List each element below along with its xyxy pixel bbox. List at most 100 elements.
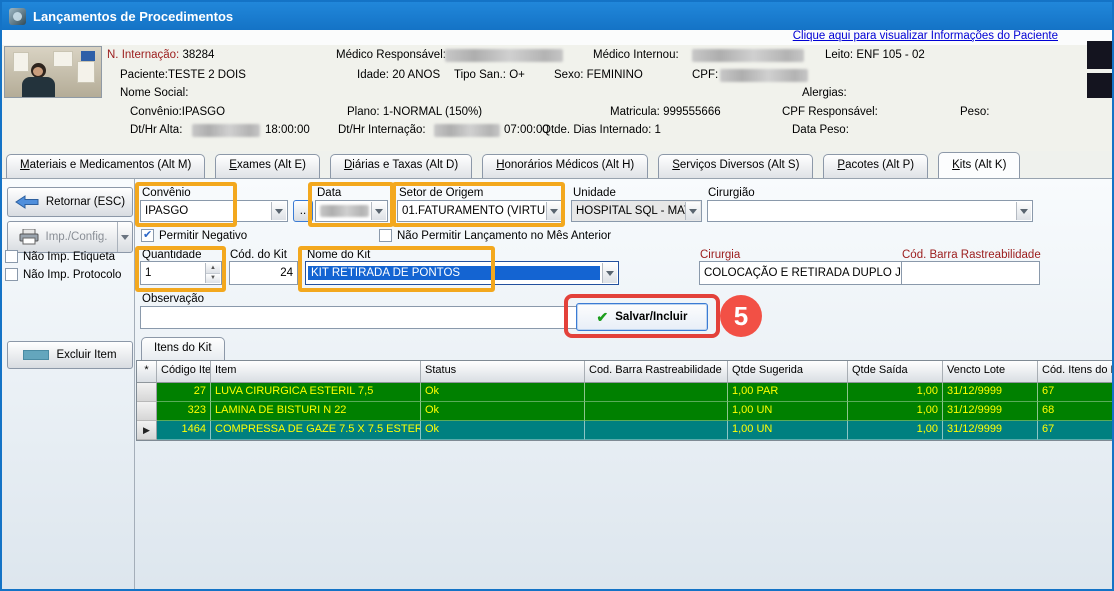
peso-label: Peso: xyxy=(960,106,989,118)
cell-qtde_sugerida: 1,00 UN xyxy=(728,421,848,440)
redacted-dthr-internacao xyxy=(434,124,500,137)
cell-qtde_saida: 1,00 xyxy=(848,383,943,402)
cell-vencto_lote: 31/12/9999 xyxy=(943,402,1038,421)
table-row[interactable]: 27LUVA CIRURGICA ESTERIL 7,5Ok1,00 PAR1,… xyxy=(137,383,1114,402)
matricula: Matricula: 999555666 xyxy=(610,106,721,118)
check-icon: ✔ xyxy=(597,309,609,326)
grid-column-header[interactable]: Código Item xyxy=(157,361,211,383)
cell-status: Ok xyxy=(421,402,585,421)
cell-codigo: 27 xyxy=(157,383,211,402)
cell-qtde_sugerida: 1,00 UN xyxy=(728,402,848,421)
qtde-dias-internado: Qtde. Dias Internado: 1 xyxy=(542,124,661,136)
grid-column-header[interactable]: Status xyxy=(421,361,585,383)
grid-selector-header[interactable]: * xyxy=(137,361,157,383)
chevron-down-icon[interactable] xyxy=(271,202,286,220)
tab-kits-alt-k[interactable]: Kits (Alt K) xyxy=(938,152,1020,178)
nao-permitir-mes-checkbox[interactable]: Não Permitir Lançamento no Mês Anterior xyxy=(379,229,611,242)
row-selector[interactable] xyxy=(137,402,157,421)
grid-column-header[interactable]: Item xyxy=(211,361,421,383)
tab-di-rias-e-taxas-alt-d[interactable]: Diárias e Taxas (Alt D) xyxy=(330,154,472,178)
alergias-label: Alergias: xyxy=(802,87,847,99)
cell-item: LUVA CIRURGICA ESTERIL 7,5 xyxy=(211,383,421,402)
tab-itens-do-kit[interactable]: Itens do Kit xyxy=(141,337,225,360)
cell-cod_barra xyxy=(585,402,728,421)
medico-responsavel-label: Médico Responsável: xyxy=(336,49,446,61)
row-selector[interactable] xyxy=(137,383,157,402)
cell-item: LAMINA DE BISTURI N 22 xyxy=(211,402,421,421)
retornar-button[interactable]: Retornar (ESC) xyxy=(7,187,133,217)
unidade-combo[interactable]: HOSPITAL SQL - MATR xyxy=(571,200,702,222)
unidade-label: Unidade xyxy=(573,187,616,199)
quantidade-stepper[interactable]: 1 ▲▼ xyxy=(140,261,222,285)
grid-column-header[interactable]: Qtde Sugerida xyxy=(728,361,848,383)
idade: Idade: 20 ANOS xyxy=(357,69,440,81)
redacted-block-right-2 xyxy=(1087,73,1113,98)
table-row[interactable]: ▶1464COMPRESSA DE GAZE 7.5 X 7.5 ESTERIL… xyxy=(137,421,1114,440)
permitir-negativo-checkbox[interactable]: Permitir Negativo xyxy=(141,229,247,242)
cell-vencto_lote: 31/12/9999 xyxy=(943,421,1038,440)
cell-status: Ok xyxy=(421,421,585,440)
cod-barra-input[interactable] xyxy=(901,261,1040,285)
cirurgia-label: Cirurgia xyxy=(700,249,740,261)
cod-kit-input[interactable]: 24 xyxy=(229,261,298,285)
cell-qtde_saida: 1,00 xyxy=(848,421,943,440)
browse-button[interactable]: .. xyxy=(293,200,313,222)
cod-kit-label: Cód. do Kit xyxy=(230,249,287,261)
photo-person-body xyxy=(22,77,55,98)
convenio-combo[interactable]: IPASGO xyxy=(140,200,288,222)
sexo: Sexo: FEMININO xyxy=(554,69,643,81)
cell-status: Ok xyxy=(421,383,585,402)
setor-origem-label: Setor de Origem xyxy=(399,187,483,199)
cell-cod_barra xyxy=(585,421,728,440)
tab-exames-alt-e[interactable]: Exames (Alt E) xyxy=(215,154,320,178)
salvar-incluir-button[interactable]: ✔ Salvar/Incluir xyxy=(576,303,708,331)
cirurgiao-label: Cirurgião xyxy=(708,187,755,199)
grid-column-header[interactable]: Cód. Itens do K xyxy=(1038,361,1114,383)
excluir-item-button[interactable]: Excluir Item xyxy=(7,341,133,369)
grid-header-row: *Código ItemItemStatusCod. Barra Rastrea… xyxy=(137,361,1114,383)
cell-cod_itens: 67 xyxy=(1038,421,1114,440)
quantidade-label: Quantidade xyxy=(142,249,201,261)
grid-column-header[interactable]: Vencto Lote xyxy=(943,361,1038,383)
stepper-arrows[interactable]: ▲▼ xyxy=(205,263,220,283)
chevron-down-icon[interactable] xyxy=(1016,202,1031,220)
imprimir-config-button[interactable]: Imp./Config. xyxy=(7,221,133,253)
patient-info-link[interactable]: Clique aqui para visualizar Informações … xyxy=(793,30,1058,42)
setor-origem-combo[interactable]: 01.FATURAMENTO (VIRTU xyxy=(397,200,563,222)
data-combo[interactable] xyxy=(315,200,388,222)
patient-header: N. Internação: 38284 Médico Responsável:… xyxy=(2,45,1112,151)
window-title: Lançamentos de Procedimentos xyxy=(33,9,233,24)
cell-vencto_lote: 31/12/9999 xyxy=(943,383,1038,402)
dthr-alta-label: Dt/Hr Alta: xyxy=(130,124,182,136)
redacted-medico-responsavel xyxy=(445,49,563,62)
cirurgiao-combo[interactable] xyxy=(707,200,1033,222)
chevron-down-icon[interactable] xyxy=(371,202,386,220)
printer-icon xyxy=(19,229,39,245)
grid-column-header[interactable]: Qtde Saída xyxy=(848,361,943,383)
back-arrow-icon xyxy=(15,195,39,209)
imprimir-dropdown[interactable] xyxy=(117,222,132,252)
chevron-down-icon xyxy=(685,202,700,220)
row-selector-arrow[interactable]: ▶ xyxy=(137,421,157,440)
cell-codigo: 323 xyxy=(157,402,211,421)
tab-servi-os-diversos-alt-s[interactable]: Serviços Diversos (Alt S) xyxy=(658,154,813,178)
convenio-info: Convênio:IPASGO xyxy=(130,106,225,118)
grid-column-header[interactable]: Cod. Barra Rastreabilidade xyxy=(585,361,728,383)
tab-materiais-e-medicamentos-alt-m[interactable]: Materiais e Medicamentos (Alt M) xyxy=(6,154,205,178)
chevron-down-icon[interactable] xyxy=(546,202,561,220)
nome-kit-label: Nome do Kit xyxy=(307,249,370,261)
nao-imp-protocolo-checkbox[interactable]: Não Imp. Protocolo xyxy=(5,268,121,281)
dthr-alta-hora: 18:00:00 xyxy=(265,124,310,136)
table-row[interactable]: 323LAMINA DE BISTURI N 22Ok1,00 UN1,0031… xyxy=(137,402,1114,421)
excluir-item-icon xyxy=(23,350,49,360)
nao-imp-etiqueta-checkbox[interactable]: Não Imp. Etiqueta xyxy=(5,250,115,263)
dthr-internacao-label: Dt/Hr Internação: xyxy=(338,124,426,136)
tab-panel-kits: Retornar (ESC) Imp./Config. Não Imp. Eti… xyxy=(2,178,1112,589)
cpf-responsavel-label: CPF Responsável: xyxy=(782,106,878,118)
tab-honor-rios-m-dicos-alt-h[interactable]: Honorários Médicos (Alt H) xyxy=(482,154,648,178)
photo-paper xyxy=(53,51,73,67)
plano: Plano: 1-NORMAL (150%) xyxy=(347,106,482,118)
chevron-down-icon[interactable] xyxy=(602,263,617,283)
nome-kit-combo[interactable]: KIT RETIRADA DE PONTOS xyxy=(305,261,619,285)
tab-pacotes-alt-p[interactable]: Pacotes (Alt P) xyxy=(823,154,928,178)
